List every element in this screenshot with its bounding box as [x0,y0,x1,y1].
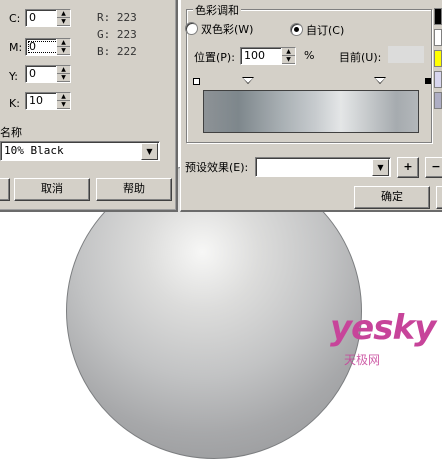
help-button[interactable]: 帮助 [96,178,172,201]
c-spin-arrows[interactable]: ▲ ▼ [56,10,70,26]
position-value: 100 [244,49,265,62]
spin-up-icon[interactable]: ▲ [282,48,295,56]
spin-down-icon[interactable]: ▼ [57,74,70,82]
position-label: 位置(P): [194,51,235,64]
uniform-fill-dialog: C: 0 ▲ ▼ M: 0 ▲ ▼ Y: 0 ▲ ▼ K: 10 ▲ ▼ R: 223 … [0,0,178,212]
spin-up-icon[interactable]: ▲ [57,39,70,47]
palette-swatch-white[interactable] [434,29,442,46]
position-spinbox[interactable]: 100 ▲ ▼ [240,47,296,65]
palette-swatch-black[interactable] [434,8,442,25]
m-value: 0 [29,40,36,53]
k-value: 10 [29,94,43,107]
c-spinbox[interactable]: 0 ▲ ▼ [25,9,71,27]
palette-swatch-gray-lavender[interactable] [434,92,442,109]
k-spin-arrows[interactable]: ▲ ▼ [56,93,70,109]
end-node-marker[interactable] [425,78,431,84]
cancel-button-partial[interactable] [436,186,442,209]
name-value: 10% Black [4,144,64,157]
spin-up-icon[interactable]: ▲ [57,66,70,74]
two-color-radio[interactable] [185,22,198,35]
spin-down-icon[interactable]: ▼ [57,47,70,55]
color-blend-title: 色彩调和 [193,2,241,18]
cancel-button[interactable]: 取消 [14,178,90,201]
spin-down-icon[interactable]: ▼ [57,18,70,26]
y-spin-arrows[interactable]: ▲ ▼ [56,66,70,82]
y-value: 0 [29,67,36,80]
color-stop-marker-inner [375,78,385,83]
ok-button-partial[interactable] [0,178,10,201]
gradient-preview-strip[interactable] [203,90,419,133]
palette-swatch-yellow[interactable] [434,50,442,67]
current-color-swatch [388,46,424,63]
spin-up-icon[interactable]: ▲ [57,93,70,101]
palette-swatch-lavender[interactable] [434,71,442,88]
m-spinbox[interactable]: 0 ▲ ▼ [25,38,71,56]
remove-preset-button[interactable]: − [425,157,442,178]
color-palette [434,8,442,112]
k-label: K: [9,97,20,110]
rgb-b-readout: B: 222 [97,45,137,58]
c-value: 0 [29,11,36,24]
m-label: M: [9,41,23,54]
ok-button[interactable]: 确定 [354,186,430,209]
position-spin-arrows[interactable]: ▲ ▼ [281,48,295,64]
m-spin-arrows[interactable]: ▲ ▼ [56,39,70,55]
name-label: 名称 [0,126,22,139]
watermark: yesky 天极网 [324,306,442,379]
presets-combo[interactable]: ▼ [255,157,391,177]
chevron-down-icon[interactable]: ▼ [372,159,389,176]
custom-radio[interactable] [290,23,303,36]
spin-down-icon[interactable]: ▼ [57,101,70,109]
add-preset-button[interactable]: + [397,157,419,178]
c-label: C: [9,12,21,25]
presets-label: 预设效果(E): [185,161,249,174]
spin-down-icon[interactable]: ▼ [282,56,295,64]
y-label: Y: [9,70,18,83]
current-label: 目前(U): [339,51,382,64]
spin-up-icon[interactable]: ▲ [57,10,70,18]
color-stop-marker-inner [243,78,253,83]
start-node-marker[interactable] [193,78,200,85]
percent-unit: % [304,49,315,62]
chevron-down-icon[interactable]: ▼ [141,143,158,160]
watermark-logo: yesky [330,308,436,348]
watermark-sub: 天极网 [344,353,381,367]
rgb-r-readout: R: 223 [97,11,137,24]
fountain-fill-dialog: 色彩调和 双色彩(W) 自订(C) 位置(P): 100 ▲ ▼ % 目前(U):… [180,0,442,212]
custom-label[interactable]: 自订(C) [306,22,344,38]
k-spinbox[interactable]: 10 ▲ ▼ [25,92,71,110]
rgb-g-readout: G: 223 [97,28,137,41]
name-combo[interactable]: 10% Black ▼ [0,141,160,161]
two-color-label[interactable]: 双色彩(W) [201,21,253,37]
y-spinbox[interactable]: 0 ▲ ▼ [25,65,71,83]
